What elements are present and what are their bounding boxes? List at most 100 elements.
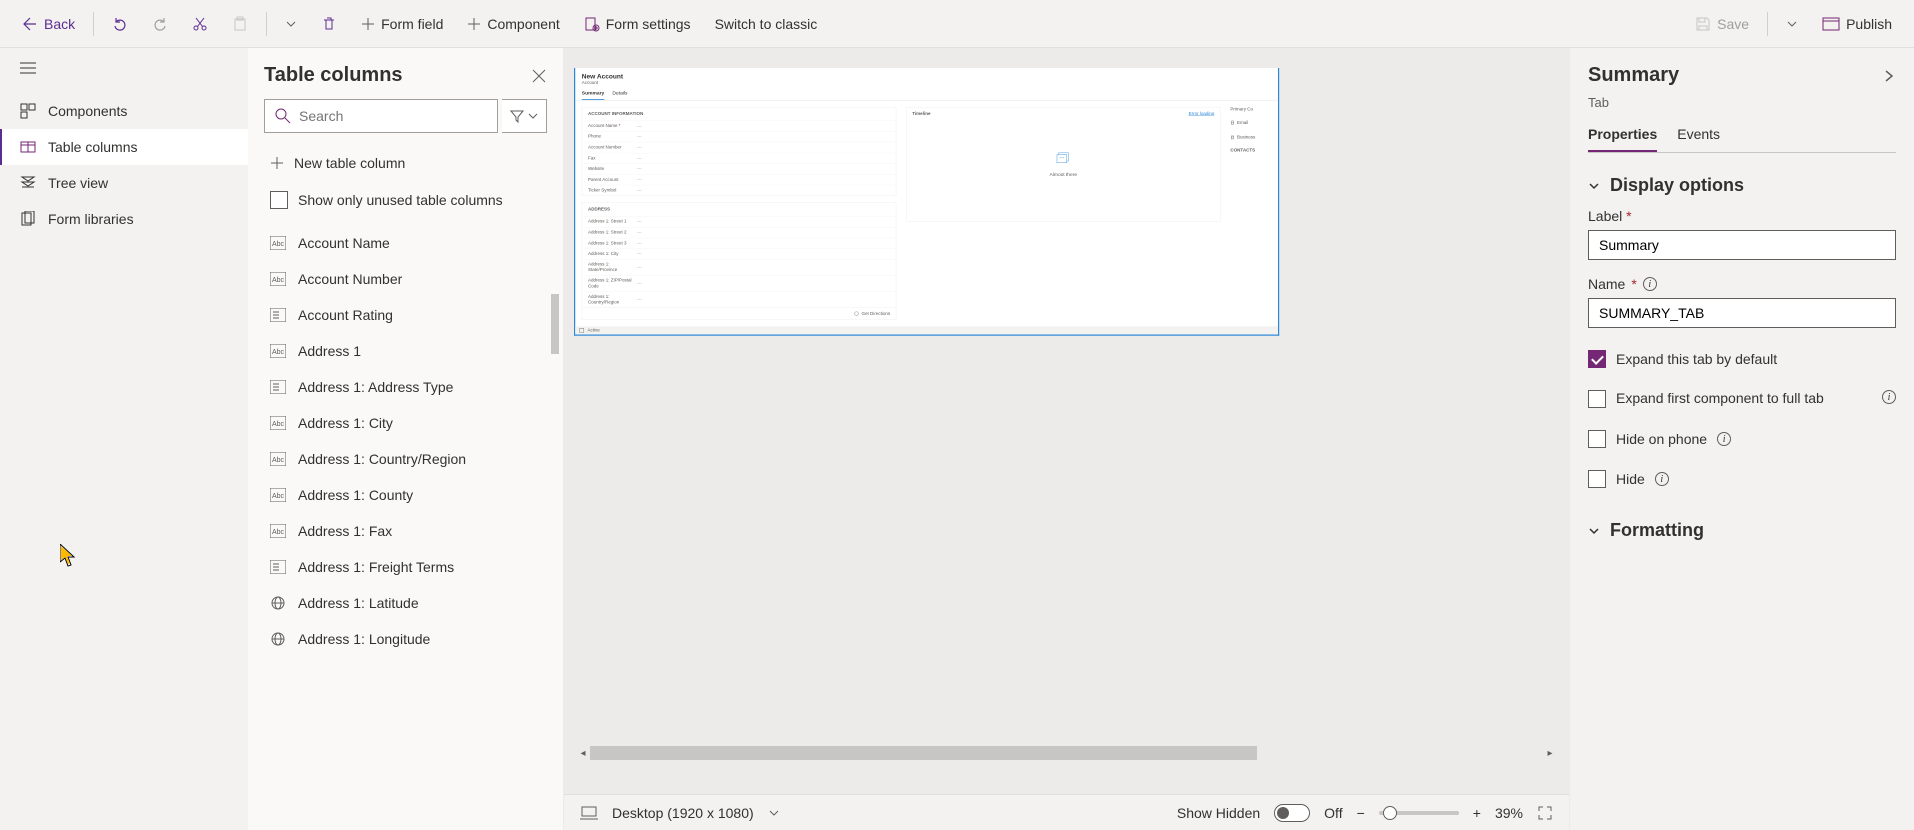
column-item[interactable]: AbcAddress 1 (264, 333, 547, 369)
filter-button[interactable] (502, 99, 547, 133)
chevron-right-icon[interactable] (1882, 69, 1896, 83)
toolbar-chevron[interactable] (275, 12, 307, 36)
new-column-label: New table column (294, 155, 405, 171)
form-tab-details[interactable]: Details (612, 90, 627, 100)
column-item[interactable]: Address 1: Longitude (264, 621, 547, 657)
form-field-row[interactable]: Address 1: Country/Region--- (582, 291, 896, 307)
device-label[interactable]: Desktop (1920 x 1080) (612, 805, 754, 821)
field-label: Address 1: Country/Region (588, 294, 637, 305)
expand-first-checkbox[interactable] (1588, 390, 1606, 408)
redo-button[interactable] (142, 10, 178, 38)
close-icon[interactable] (531, 68, 547, 84)
show-hidden-toggle[interactable] (1274, 804, 1310, 822)
form-settings-button[interactable]: Form settings (574, 10, 701, 38)
zoom-slider[interactable] (1379, 811, 1459, 815)
info-icon[interactable]: i (1882, 390, 1896, 404)
name-input[interactable] (1588, 298, 1896, 328)
back-button[interactable]: Back (12, 10, 85, 38)
column-item[interactable]: AbcAddress 1: Fax (264, 513, 547, 549)
hide-checkbox[interactable] (1588, 470, 1606, 488)
hamburger-button[interactable] (0, 48, 248, 93)
chevron-down-icon[interactable] (768, 807, 780, 819)
scroll-left-icon[interactable]: ◂ (576, 748, 590, 759)
column-item[interactable]: AbcAddress 1: City (264, 405, 547, 441)
get-directions[interactable]: Get Directions (582, 308, 896, 320)
form-field-row[interactable]: Address 1: Street 2--- (582, 227, 896, 238)
form-field-row[interactable]: Address 1: ZIP/Postal Code--- (582, 275, 896, 291)
hide-phone-checkbox[interactable] (1588, 430, 1606, 448)
form-field-row[interactable]: Address 1: State/Province--- (582, 259, 896, 275)
section-address[interactable]: ADDRESS Address 1: Street 1---Address 1:… (582, 203, 896, 308)
column-item[interactable]: AbcAddress 1: Country/Region (264, 441, 547, 477)
name-field-label: Name (1588, 276, 1625, 292)
column-list: AbcAccount NameAbcAccount NumberAccount … (264, 225, 547, 814)
undo-button[interactable] (102, 10, 138, 38)
search-box[interactable] (264, 99, 498, 133)
column-item[interactable]: AbcAccount Number (264, 261, 547, 297)
expand-default-checkbox[interactable] (1588, 350, 1606, 368)
form-field-row[interactable]: Account Number--- (582, 142, 896, 153)
paste-button[interactable] (222, 10, 258, 38)
nav-components[interactable]: Components (0, 93, 248, 129)
column-item[interactable]: Address 1: Address Type (264, 369, 547, 405)
show-unused-row[interactable]: Show only unused table columns (264, 181, 547, 219)
form-field-row[interactable]: Phone--- (582, 131, 896, 142)
hscroll-thumb[interactable] (590, 746, 1257, 760)
save-chevron[interactable] (1776, 12, 1808, 36)
column-item[interactable]: Address 1: Freight Terms (264, 549, 547, 585)
geo-type-icon (270, 596, 286, 610)
scroll-right-icon[interactable]: ▸ (1543, 748, 1557, 759)
label-input[interactable] (1588, 230, 1896, 260)
column-item[interactable]: Address 1: Latitude (264, 585, 547, 621)
add-form-field-button[interactable]: Form field (351, 10, 453, 38)
save-button[interactable]: Save (1685, 10, 1759, 38)
switch-classic-button[interactable]: Switch to classic (705, 10, 828, 38)
delete-button[interactable] (311, 10, 347, 38)
column-item-label: Address 1: Address Type (298, 379, 453, 395)
publish-button[interactable]: Publish (1812, 10, 1902, 38)
zoom-out-button[interactable]: − (1357, 805, 1365, 821)
info-icon[interactable]: i (1643, 277, 1657, 291)
cut-icon (192, 16, 208, 32)
info-icon[interactable]: i (1655, 472, 1669, 486)
column-item[interactable]: Account Rating (264, 297, 547, 333)
formatting-header[interactable]: Formatting (1588, 506, 1896, 545)
rail-business[interactable]: Business (1230, 133, 1271, 141)
search-icon (275, 108, 291, 124)
form-preview[interactable]: New Account Account Summary Details ACCO… (574, 68, 1279, 336)
props-tab-events[interactable]: Events (1677, 126, 1720, 152)
section-account-info[interactable]: ACCOUNT INFORMATION Account Name *---Pho… (582, 107, 896, 196)
column-item[interactable]: AbcAddress 1: County (264, 477, 547, 513)
timeline-section[interactable]: Timeline Error loading Almost there (906, 107, 1220, 222)
form-field-row[interactable]: Ticker Symbol--- (582, 185, 896, 196)
nav-tree-view[interactable]: Tree view (0, 165, 248, 201)
add-component-button[interactable]: Component (457, 10, 569, 38)
column-item[interactable]: AbcAccount Name (264, 225, 547, 261)
show-unused-checkbox[interactable] (270, 191, 288, 209)
info-icon[interactable]: i (1717, 432, 1731, 446)
nav-table-columns[interactable]: Table columns (0, 129, 248, 165)
form-field-row[interactable]: Address 1: Street 3--- (582, 238, 896, 249)
form-field-row[interactable]: Parent Account--- (582, 174, 896, 185)
form-field-row[interactable]: Website--- (582, 163, 896, 174)
svg-text:Abc: Abc (272, 421, 285, 428)
new-table-column-button[interactable]: New table column (264, 145, 547, 181)
field-value: --- (637, 134, 642, 139)
form-field-row[interactable]: Address 1: City--- (582, 248, 896, 259)
form-field-row[interactable]: Account Name *--- (582, 120, 896, 131)
cut-button[interactable] (182, 10, 218, 38)
display-options-header[interactable]: Display options (1588, 161, 1896, 200)
rail-email[interactable]: Email (1230, 118, 1271, 126)
zoom-in-button[interactable]: + (1473, 805, 1481, 821)
form-tab-summary[interactable]: Summary (582, 90, 604, 100)
nav-form-libraries[interactable]: Form libraries (0, 201, 248, 237)
scrollbar-thumb[interactable] (551, 294, 559, 354)
form-field-row[interactable]: Address 1: Street 1--- (582, 216, 896, 227)
error-loading-link[interactable]: Error loading (1189, 111, 1215, 116)
form-field-row[interactable]: Fax--- (582, 153, 896, 164)
search-input[interactable] (299, 108, 487, 124)
canvas-hscroll[interactable]: ◂ ▸ (576, 746, 1557, 760)
zoom-slider-thumb[interactable] (1383, 806, 1397, 820)
fit-icon[interactable] (1537, 805, 1553, 821)
props-tab-properties[interactable]: Properties (1588, 126, 1657, 152)
